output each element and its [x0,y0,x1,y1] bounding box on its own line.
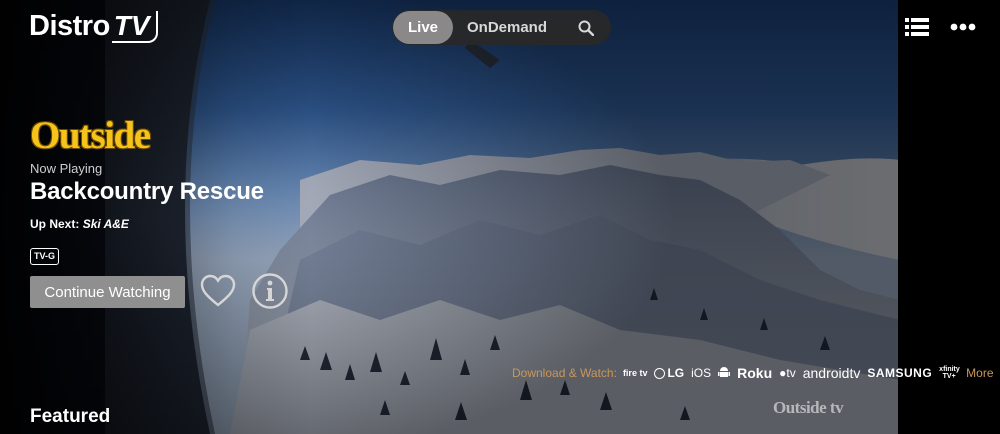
channel-watermark: Outside tv [773,398,844,417]
show-title: Backcountry Rescue [30,178,264,205]
search-icon[interactable] [575,17,597,39]
tab-ondemand[interactable]: OnDemand [467,19,547,36]
logo-text-tv: TV [111,10,158,43]
now-playing-label: Now Playing [30,161,103,176]
platform-android[interactable] [718,366,731,380]
rating-badge: TV-G [30,248,60,265]
featured-section-heading: Featured [30,406,111,427]
distrotv-logo[interactable]: Distro TV [29,10,158,43]
up-next-title: Ski A&E [82,217,129,231]
heart-icon[interactable] [199,272,237,310]
logo-text-distro: Distro [29,10,110,42]
android-icon [718,367,731,377]
more-dots-icon[interactable] [950,18,976,36]
platform-appletv-label: tv [786,366,796,380]
channel-logo-outside: Outside [30,114,151,157]
download-label: Download & Watch: [512,366,617,380]
up-next-label: Up Next: [30,217,80,231]
download-and-watch-bar: Download & Watch: fire tv LG iOS Roku ●t… [512,364,1000,382]
lg-logo-icon [654,368,666,379]
platform-ios[interactable]: iOS [691,366,711,380]
platform-samsung[interactable]: SAMSUNG [867,366,932,380]
tab-live[interactable]: Live [393,11,453,44]
list-menu-icon[interactable] [905,17,929,37]
platform-appletv[interactable]: ●tv [779,366,796,380]
more-platforms-link[interactable]: More [966,366,993,380]
platform-firetv[interactable]: fire tv [623,368,648,378]
up-next: Up Next: Ski A&E [30,217,129,231]
platform-xfinity[interactable]: xfinity TV+ [939,366,960,380]
continue-watching-button[interactable]: Continue Watching [30,276,185,308]
platform-roku[interactable]: Roku [737,365,772,381]
platform-lg-label: LG [667,366,685,380]
live-ondemand-switcher: Live OnDemand [392,10,611,45]
info-icon[interactable] [251,272,289,310]
platform-androidtv[interactable]: androidtv [803,365,861,381]
platform-lg[interactable]: LG [654,366,684,380]
